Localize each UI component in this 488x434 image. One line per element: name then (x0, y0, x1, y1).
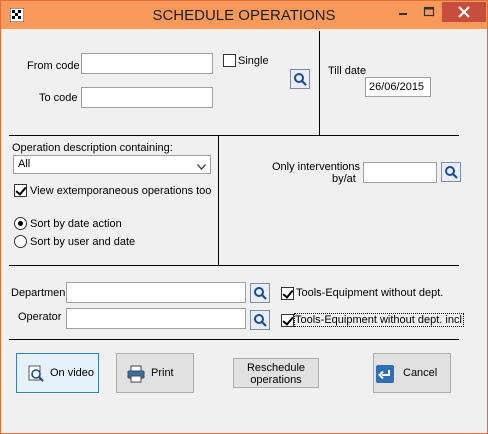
operator-input[interactable] (66, 308, 246, 329)
operator-label: Operator (18, 311, 62, 323)
separator-vertical-top (319, 31, 320, 135)
description-selected: All (18, 158, 31, 170)
operator-tools-checkbox[interactable] (281, 314, 294, 327)
single-checkbox[interactable] (223, 54, 236, 67)
from-code-label: From code (27, 60, 80, 72)
to-code-input[interactable] (81, 87, 213, 108)
operator-search-button[interactable] (250, 310, 270, 330)
cancel-label: Cancel (403, 367, 438, 379)
sort-by-date-label: Sort by date action (30, 218, 122, 230)
cancel-button[interactable]: Cancel (373, 353, 451, 393)
till-date-input[interactable]: 26/06/2015 (365, 77, 431, 97)
view-extemp-label: View extemporaneous operations too (30, 185, 212, 197)
reschedule-label-line1: Reschedule (246, 362, 306, 374)
interventions-label-line2: by/at (332, 173, 356, 185)
maximize-button[interactable] (416, 2, 442, 22)
till-date-label: Till date (328, 65, 367, 77)
department-tools-label: Tools-Equipment without dept. (296, 287, 444, 299)
sort-by-user-label: Sort by user and date (30, 236, 136, 248)
department-tools-checkbox[interactable] (281, 287, 294, 300)
description-label: Operation description containing: (12, 142, 173, 154)
magnifier-document-icon (27, 365, 45, 386)
department-search-button[interactable] (250, 283, 270, 303)
search-icon (294, 73, 307, 86)
minimize-button[interactable] (390, 2, 416, 22)
title-bar[interactable]: SCHEDULE OPERATIONS (1, 1, 487, 29)
view-extemp-checkbox[interactable] (14, 184, 27, 197)
operator-tools-label: Tools-Equipment without dept. incl (294, 313, 464, 327)
dialog-body: From code Single To code Till date 26/06… (9, 31, 481, 427)
department-input[interactable] (66, 282, 246, 303)
search-icon (254, 287, 267, 300)
printer-icon (127, 365, 145, 386)
search-icon (445, 166, 458, 179)
code-search-button[interactable] (290, 69, 310, 89)
separator-vertical-mid (218, 135, 219, 265)
on-video-button[interactable]: On video (16, 353, 99, 393)
department-label: Departmen (11, 287, 66, 299)
close-button[interactable] (442, 2, 486, 22)
schedule-operations-window: SCHEDULE OPERATIONS From code Single To … (0, 0, 488, 434)
single-label: Single (238, 55, 269, 67)
interventions-search-button[interactable] (441, 162, 461, 182)
cancel-arrow-icon (376, 365, 394, 386)
print-label: Print (151, 367, 174, 379)
separator-2 (9, 265, 459, 266)
minimize-icon (399, 13, 407, 15)
sort-by-date-radio[interactable] (14, 217, 27, 230)
reschedule-label-line2: operations (250, 374, 302, 386)
maximize-icon (423, 6, 435, 17)
separator-3 (9, 339, 459, 340)
reschedule-button[interactable]: Reschedule operations (233, 358, 319, 388)
close-icon (458, 6, 470, 18)
chevron-down-icon (197, 161, 206, 173)
sort-by-user-radio[interactable] (14, 235, 27, 248)
to-code-label: To code (39, 92, 78, 104)
interventions-label-line1: Only interventions (272, 161, 361, 173)
from-code-input[interactable] (81, 53, 213, 74)
on-video-label: On video (50, 367, 95, 379)
description-select[interactable]: All (13, 155, 211, 174)
interventions-input[interactable] (363, 162, 437, 183)
search-icon (254, 314, 267, 327)
print-button[interactable]: Print (116, 353, 194, 393)
separator-1 (9, 135, 459, 136)
